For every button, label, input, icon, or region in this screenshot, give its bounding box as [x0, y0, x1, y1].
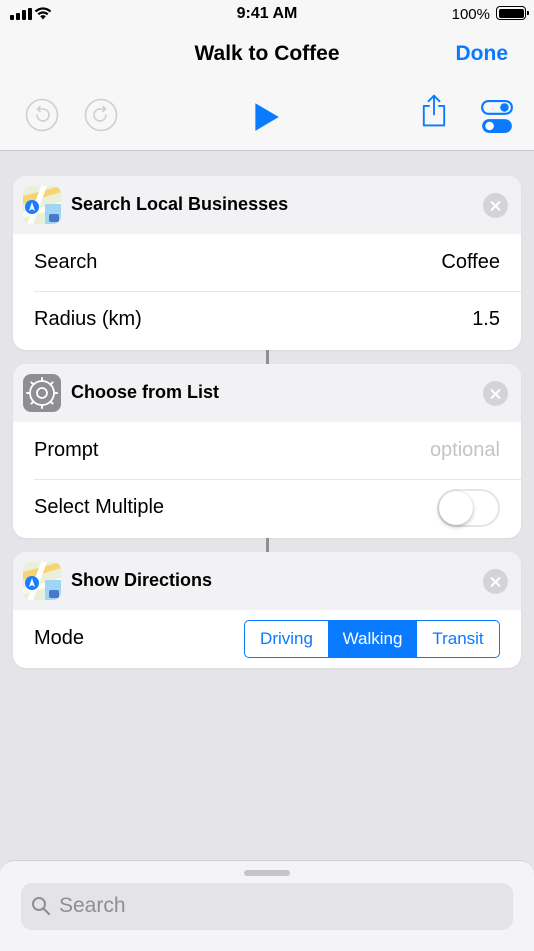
- settings-toggle-icon[interactable]: [480, 100, 514, 134]
- nav-bar: Walk to Coffee Done: [0, 30, 534, 151]
- action-header: Search Local Businesses: [13, 176, 521, 234]
- parameter-row-search[interactable]: Search Coffee: [13, 234, 521, 291]
- action-header: Choose from List: [13, 364, 521, 422]
- segment-walking[interactable]: Walking: [328, 621, 416, 657]
- action-card-search-local-businesses[interactable]: Search Local Businesses Search Coffee Ra…: [13, 176, 521, 350]
- undo-icon[interactable]: [25, 98, 59, 132]
- done-button[interactable]: Done: [456, 42, 509, 66]
- play-icon[interactable]: [249, 100, 283, 134]
- parameter-row-mode: Mode Driving Walking Transit: [13, 610, 521, 667]
- action-header: Show Directions: [13, 552, 521, 610]
- mode-segmented-control: Driving Walking Transit: [244, 620, 500, 658]
- battery-icon: [496, 6, 529, 20]
- action-card-show-directions[interactable]: Show Directions Mode Driving Walking Tra…: [13, 552, 521, 668]
- parameter-label: Radius (km): [34, 308, 142, 330]
- gear-icon: [23, 374, 61, 412]
- battery-percentage: 100%: [451, 6, 490, 23]
- redo-icon[interactable]: [84, 98, 118, 132]
- action-title: Choose from List: [71, 382, 220, 402]
- parameter-row-prompt[interactable]: Prompt optional: [13, 422, 521, 479]
- parameter-label: Select Multiple: [34, 496, 165, 518]
- drawer-grabber[interactable]: [244, 870, 290, 876]
- action-title: Search Local Businesses: [71, 194, 289, 214]
- parameter-row-select-multiple: Select Multiple: [13, 479, 521, 536]
- action-connector: [266, 538, 269, 552]
- parameter-label: Mode: [34, 627, 85, 649]
- segment-transit[interactable]: Transit: [416, 621, 499, 657]
- parameter-label: Prompt: [34, 439, 99, 461]
- actions-drawer[interactable]: Search: [0, 860, 534, 951]
- remove-action-button[interactable]: [483, 569, 508, 594]
- segment-driving[interactable]: Driving: [245, 621, 328, 657]
- search-icon: [32, 897, 51, 916]
- search-field[interactable]: Coffee: [441, 251, 500, 274]
- select-multiple-toggle[interactable]: [437, 489, 500, 527]
- maps-icon: [23, 186, 61, 224]
- share-icon[interactable]: [417, 94, 451, 128]
- search-placeholder: Search: [59, 894, 126, 917]
- parameter-row-radius[interactable]: Radius (km) 1.5: [13, 291, 521, 348]
- radius-field[interactable]: 1.5: [472, 308, 500, 331]
- action-title: Show Directions: [71, 570, 213, 590]
- maps-icon: [23, 562, 61, 600]
- shortcut-title: Walk to Coffee: [194, 42, 340, 65]
- action-connector: [266, 350, 269, 364]
- search-input[interactable]: Search: [21, 883, 513, 930]
- toggle-knob: [439, 491, 473, 525]
- action-card-choose-from-list[interactable]: Choose from List Prompt optional Select …: [13, 364, 521, 538]
- remove-action-button[interactable]: [483, 381, 508, 406]
- status-bar: 9:41 AM 100%: [0, 0, 534, 30]
- prompt-field[interactable]: optional: [430, 439, 500, 462]
- parameter-label: Search: [34, 251, 98, 273]
- remove-action-button[interactable]: [483, 193, 508, 218]
